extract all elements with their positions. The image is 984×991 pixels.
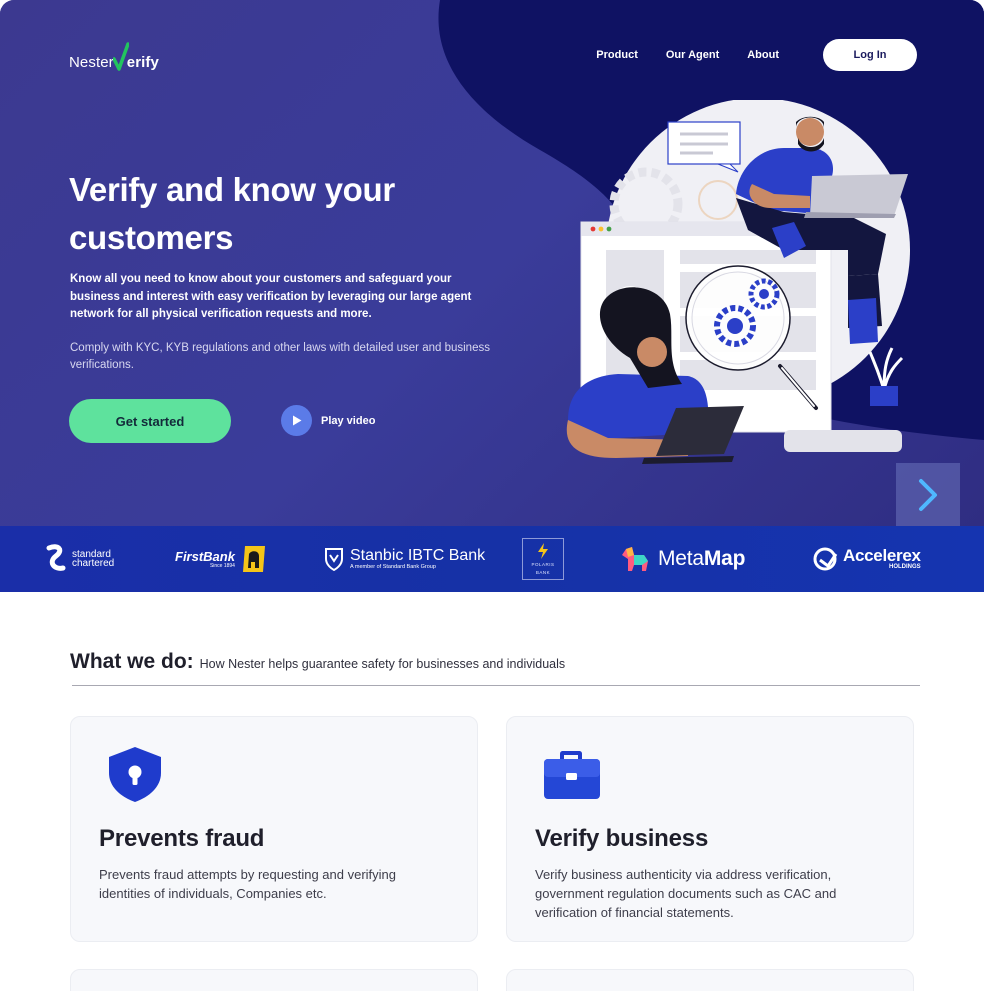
stanbic-shield-icon xyxy=(325,548,343,571)
carousel-next-button[interactable] xyxy=(896,463,960,526)
card-description: Prevents fraud attempts by requesting an… xyxy=(99,867,396,901)
play-video-button[interactable]: Play video xyxy=(281,405,375,436)
logo[interactable]: Nester erify xyxy=(69,38,159,72)
play-video-label: Play video xyxy=(321,414,376,427)
check-mark-icon xyxy=(112,42,129,71)
play-icon xyxy=(281,405,312,436)
feature-card-partial xyxy=(506,969,914,991)
nav-link-product[interactable]: Product xyxy=(596,49,638,61)
firstbank-elephant-icon xyxy=(242,546,265,572)
metamap-wordmark: MetaMap xyxy=(658,547,746,570)
chevron-right-icon xyxy=(919,478,937,511)
hero-lead-text: Know all you need to know about your cus… xyxy=(70,273,472,320)
metamap-llama-icon xyxy=(622,547,648,571)
what-we-do-heading: What we do: How Nester helps guarantee s… xyxy=(70,650,565,674)
card-description: Verify business authenticity via address… xyxy=(535,867,837,920)
partner-logo-standard-chartered: standard chartered xyxy=(46,526,114,592)
partner-logo-accelerex: Accelerex HOLDINGS xyxy=(812,526,921,592)
logo-text-nester: Nester xyxy=(69,54,114,71)
partner-logo-firstbank: FirstBank Since 1894 xyxy=(175,526,267,592)
nav-link-about[interactable]: About xyxy=(747,49,779,61)
nav-link-our-agent[interactable]: Our Agent xyxy=(666,49,719,61)
shield-lock-icon xyxy=(109,747,161,802)
polaris-bolt-icon xyxy=(538,543,548,559)
hero-illustration xyxy=(566,100,910,464)
hero-section: Nester erify Product Our Agent About Log… xyxy=(0,0,984,526)
card-title: Prevents fraud xyxy=(99,825,265,852)
get-started-button[interactable]: Get started xyxy=(69,399,231,443)
partner-logo-polaris-bank: POLARIS BANK xyxy=(522,526,564,592)
card-title: Verify business xyxy=(535,825,709,852)
feature-card-partial xyxy=(70,969,478,991)
partner-logo-stanbic-ibtc: Stanbic IBTC Bank A member of Standard B… xyxy=(324,526,485,592)
feature-card-verify-business: Verify business Verify business authenti… xyxy=(506,716,914,942)
standard-chartered-mark-icon xyxy=(46,544,66,571)
logo-text-verify: erify xyxy=(126,54,159,71)
section-title: What we do: xyxy=(70,650,194,673)
login-button[interactable]: Log In xyxy=(823,39,917,71)
top-nav: Product Our Agent About Log In xyxy=(596,39,917,71)
feature-card-prevents-fraud: Prevents fraud Prevents fraud attempts b… xyxy=(70,716,478,942)
briefcase-icon xyxy=(544,751,600,799)
section-subtitle: How Nester helps guarantee safety for bu… xyxy=(199,657,566,671)
partner-logos-strip: standard chartered FirstBank Since 1894 … xyxy=(0,526,984,592)
accelerex-arrow-icon xyxy=(813,547,838,571)
hero-headline: Verify and know your customers xyxy=(69,171,395,256)
section-divider xyxy=(72,685,920,686)
partner-logo-metamap: MetaMap xyxy=(620,526,745,592)
hero-sub-text: Comply with KYC, KYB regulations and oth… xyxy=(70,342,490,371)
